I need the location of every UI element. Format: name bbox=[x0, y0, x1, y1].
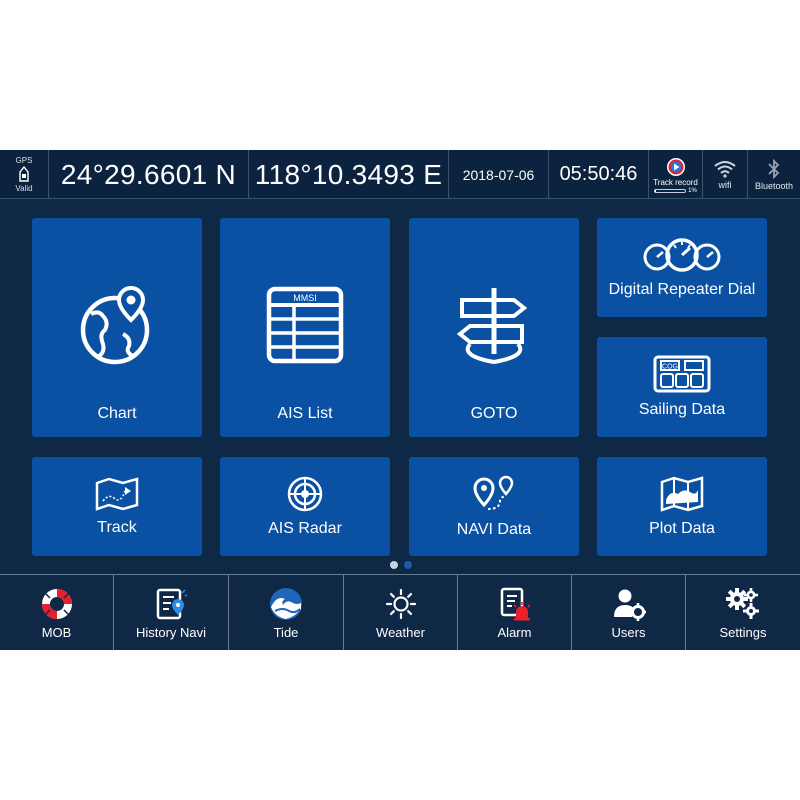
wifi-status[interactable]: wifi bbox=[703, 150, 747, 199]
weather-button[interactable]: Weather bbox=[344, 575, 457, 650]
tile-digital-repeater-dial-label: Digital Repeater Dial bbox=[608, 280, 756, 298]
user-settings-icon bbox=[613, 589, 646, 621]
gps-status[interactable]: GPS Valid bbox=[0, 150, 48, 199]
status-bar: GPS Valid 24°29.6601 N 118°10.3493 E 201… bbox=[0, 150, 800, 199]
lifebuoy-icon bbox=[41, 589, 72, 619]
tile-navi-data[interactable]: NAVI Data bbox=[409, 457, 579, 556]
gears-icon bbox=[726, 588, 759, 619]
signpost-icon bbox=[456, 288, 528, 365]
dials-icon bbox=[643, 237, 721, 272]
wifi-label: wifi bbox=[718, 179, 732, 190]
tile-ais-radar[interactable]: AIS Radar bbox=[220, 457, 390, 556]
progress-bar bbox=[654, 189, 687, 193]
tile-sailing-data[interactable]: COG Sailing Data bbox=[597, 337, 767, 437]
progress-fill bbox=[655, 190, 656, 192]
ais-list-table-icon: MMSI bbox=[266, 286, 344, 364]
tile-ais-list-label: AIS List bbox=[277, 405, 333, 422]
tile-ais-radar-label: AIS Radar bbox=[268, 519, 342, 537]
history-navi-button[interactable]: History Navi bbox=[114, 575, 228, 650]
mob-button[interactable]: MOB bbox=[0, 575, 113, 650]
tide-button[interactable]: Tide bbox=[229, 575, 343, 650]
progress-text: 1% bbox=[688, 188, 697, 194]
weather-label: Weather bbox=[376, 625, 425, 640]
cog-icon-text: COG bbox=[662, 364, 678, 371]
history-navi-label: History Navi bbox=[135, 625, 207, 640]
latitude-readout: 24°29.6601 N bbox=[60, 158, 237, 190]
route-pins-icon bbox=[473, 475, 514, 510]
mmsi-icon-text: MMSI bbox=[293, 293, 317, 303]
users-label: Users bbox=[611, 625, 646, 640]
tile-digital-repeater-dial[interactable]: Digital Repeater Dial bbox=[597, 218, 767, 317]
main-screen: GPS Valid 24°29.6601 N 118°10.3493 E 201… bbox=[0, 150, 800, 650]
alarm-label: Alarm bbox=[497, 625, 532, 640]
tile-track-label: Track bbox=[97, 518, 137, 536]
tile-sailing-data-label: Sailing Data bbox=[638, 401, 726, 418]
track-map-icon bbox=[95, 476, 139, 511]
plot-map-icon bbox=[660, 475, 704, 512]
wave-icon bbox=[270, 588, 302, 620]
wifi-icon bbox=[714, 160, 736, 178]
page-indicator bbox=[390, 561, 412, 569]
tile-ais-list[interactable]: MMSI AIS List bbox=[220, 218, 390, 437]
alarm-icon bbox=[500, 587, 531, 621]
boat-icon bbox=[19, 166, 29, 182]
radar-icon bbox=[287, 476, 323, 511]
bluetooth-label: Bluetooth bbox=[754, 180, 794, 191]
sailing-data-panel-icon: COG bbox=[653, 355, 711, 393]
track-record-label: Track record bbox=[653, 178, 698, 187]
sun-icon bbox=[385, 588, 416, 620]
date-readout: 2018-07-06 bbox=[462, 166, 535, 183]
page-dot-active[interactable] bbox=[390, 561, 398, 569]
record-icon bbox=[666, 158, 685, 176]
users-button[interactable]: Users bbox=[572, 575, 685, 650]
bottom-bar: MOB History Navi Tide Weather Alarm User… bbox=[0, 574, 800, 650]
bluetooth-status[interactable]: Bluetooth bbox=[748, 150, 800, 199]
tile-plot-data-label: Plot Data bbox=[649, 519, 715, 537]
tile-track[interactable]: Track bbox=[32, 457, 202, 556]
alarm-button[interactable]: Alarm bbox=[458, 575, 571, 650]
gps-title: GPS bbox=[15, 156, 33, 165]
track-record-button[interactable]: Track record 1% bbox=[649, 150, 702, 199]
bluetooth-icon bbox=[768, 158, 780, 179]
mob-label: MOB bbox=[41, 625, 72, 640]
settings-label: Settings bbox=[719, 625, 767, 640]
history-navi-icon bbox=[156, 588, 188, 620]
tile-chart-label: Chart bbox=[97, 405, 137, 422]
tile-goto-label: GOTO bbox=[470, 405, 518, 422]
settings-button[interactable]: Settings bbox=[686, 575, 800, 650]
tile-goto[interactable]: GOTO bbox=[409, 218, 579, 437]
longitude-readout: 118°10.3493 E bbox=[254, 158, 443, 190]
tile-plot-data[interactable]: Plot Data bbox=[597, 457, 767, 556]
globe-pin-icon bbox=[80, 286, 150, 365]
track-record-progress: 1% bbox=[654, 188, 697, 194]
tile-chart[interactable]: Chart bbox=[32, 218, 202, 437]
page-dot[interactable] bbox=[404, 561, 412, 569]
time-readout: 05:50:46 bbox=[559, 163, 638, 185]
gps-valid-text: Valid bbox=[15, 184, 33, 193]
tide-label: Tide bbox=[273, 625, 299, 640]
tile-navi-data-label: NAVI Data bbox=[456, 520, 532, 538]
